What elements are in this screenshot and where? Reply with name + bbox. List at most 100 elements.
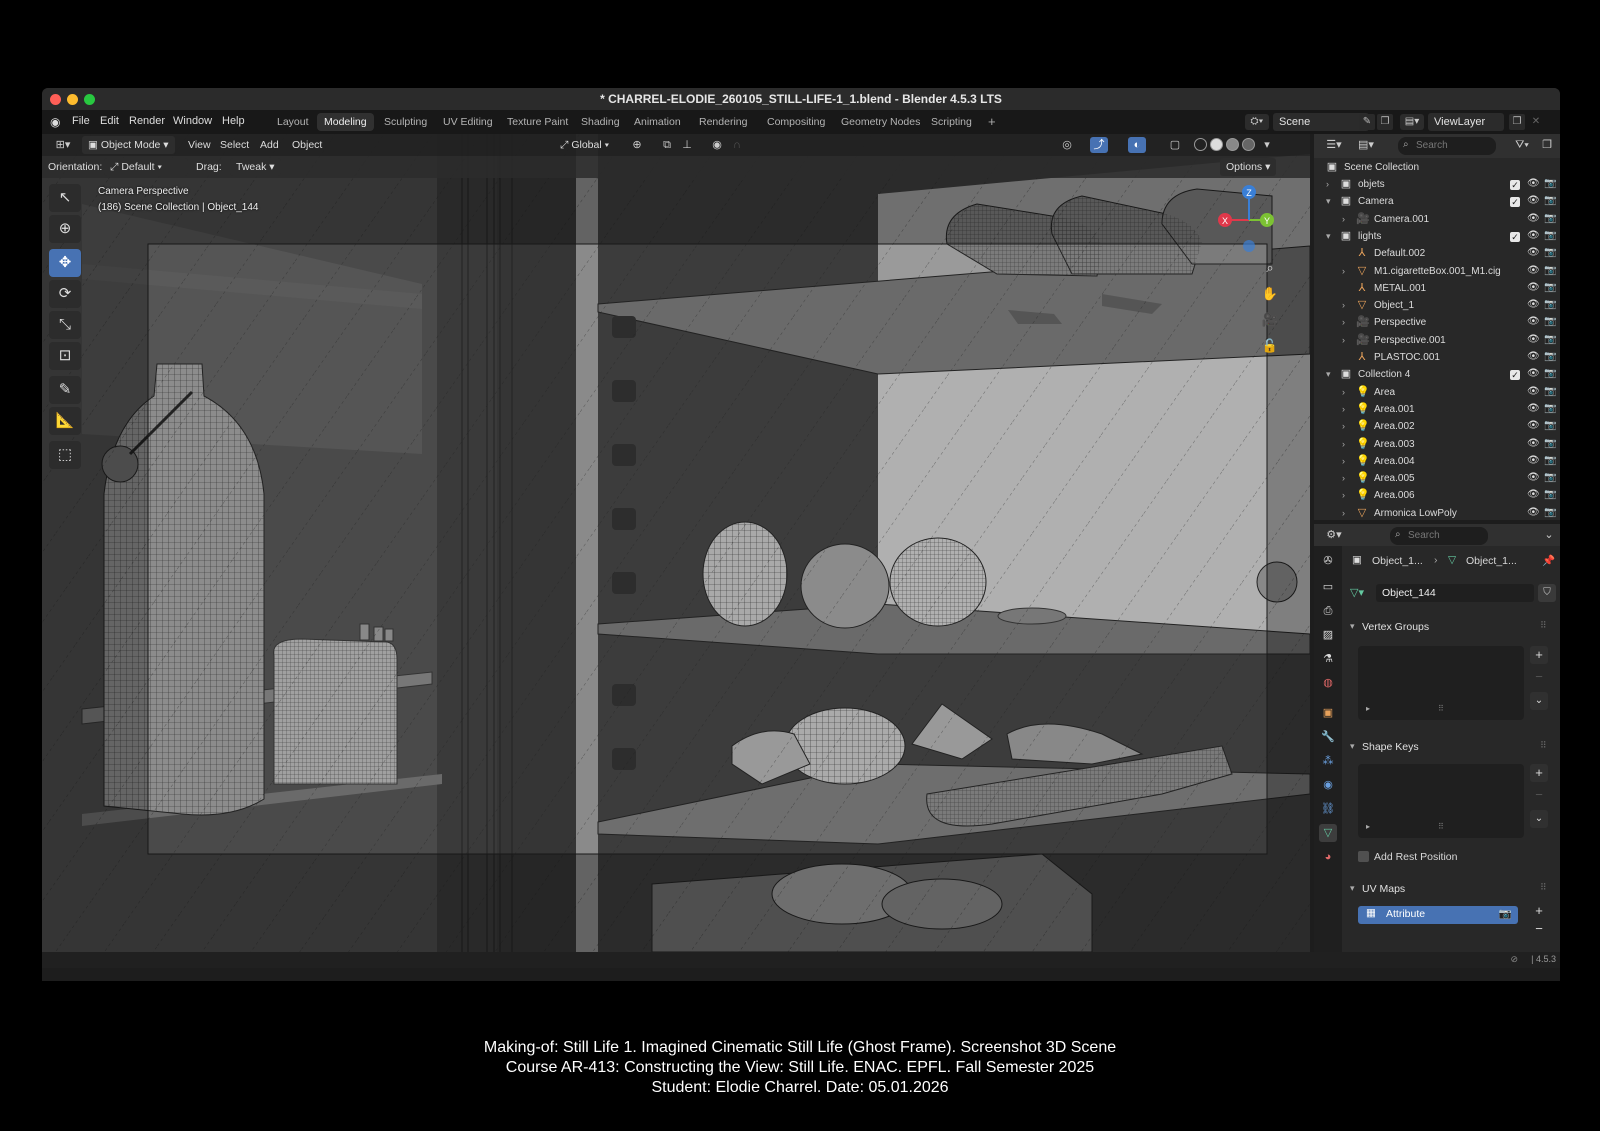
menu-select[interactable]: Select xyxy=(220,139,249,151)
view-layer-name-field[interactable]: ViewLayer xyxy=(1428,113,1504,131)
outliner-row[interactable]: › 💡 Area.003 👁 📷 xyxy=(1314,437,1560,454)
menu-add[interactable]: Add xyxy=(260,139,279,151)
filter-icon[interactable]: ⛛▾ xyxy=(1510,137,1534,153)
render-tab-icon[interactable]: ▭ xyxy=(1319,578,1337,596)
list-expand-icon[interactable]: ▸ xyxy=(1366,704,1370,713)
gizmo-toggle-icon[interactable]: ⤴ xyxy=(1090,137,1108,153)
object-tab-icon[interactable]: ▣ xyxy=(1319,704,1337,722)
modifier-tab-icon[interactable]: 🔧 xyxy=(1319,728,1337,746)
visibility-eye-icon[interactable]: 👁 xyxy=(1527,455,1540,466)
drag-dropdown[interactable]: Tweak ▾ xyxy=(230,158,281,176)
menu-help[interactable]: Help xyxy=(222,115,245,127)
navigation-gizmo[interactable]: X Y Z xyxy=(1214,184,1284,256)
falloff-icon[interactable]: ∩ xyxy=(728,137,746,153)
remove-vertex-group-button[interactable]: − xyxy=(1530,668,1548,686)
rotate-tool-icon[interactable]: ⟳ xyxy=(49,280,81,308)
pivot-point-icon[interactable]: ⊕ xyxy=(628,137,646,153)
outliner-row[interactable]: ▾ ▣ Collection 4 ✓ 👁 📷 xyxy=(1314,367,1560,384)
select-tool-icon[interactable]: ↖ xyxy=(49,184,81,212)
scene-name-field[interactable]: Scene xyxy=(1273,113,1369,131)
blender-logo-icon[interactable]: ◉ xyxy=(50,115,64,129)
pin-scene-icon[interactable]: ✎ xyxy=(1359,114,1375,130)
snap-target-icon[interactable]: ⊥ xyxy=(678,137,696,153)
mesh-data-tab-icon[interactable]: ▽ xyxy=(1319,824,1337,842)
visibility-eye-icon[interactable]: 👁 xyxy=(1527,247,1540,258)
render-camera-icon[interactable]: 📷 xyxy=(1544,351,1556,362)
add-uv-map-button[interactable]: + xyxy=(1530,902,1548,920)
collapse-arrow-icon[interactable]: ▾ xyxy=(1326,231,1331,242)
remove-shape-key-button[interactable]: − xyxy=(1530,786,1548,804)
render-camera-icon[interactable]: 📷 xyxy=(1544,403,1556,414)
tab-sculpting[interactable]: Sculpting xyxy=(377,113,434,131)
add-shape-key-button[interactable]: + xyxy=(1530,764,1548,782)
tab-modeling[interactable]: Modeling xyxy=(317,113,374,131)
expand-arrow-icon[interactable]: › xyxy=(1342,473,1345,483)
new-view-layer-icon[interactable]: ❐ xyxy=(1509,114,1525,130)
menu-edit[interactable]: Edit xyxy=(100,115,119,127)
visibility-eye-icon[interactable]: 👁 xyxy=(1527,420,1540,431)
uv-map-item[interactable]: ▦ Attribute 📷 xyxy=(1358,906,1518,924)
shape-key-specials-button[interactable]: ⌄ xyxy=(1530,810,1548,828)
shape-keys-panel-header[interactable]: ▾ Shape Keys ⠿ xyxy=(1350,738,1550,758)
render-camera-icon[interactable]: 📷 xyxy=(1544,213,1556,224)
outliner-row[interactable]: › 🎥 Camera.001 👁 📷 xyxy=(1314,212,1560,229)
outliner-row[interactable]: › 💡 Area.006 👁 📷 xyxy=(1314,488,1560,505)
collapse-arrow-icon[interactable]: ▾ xyxy=(1326,196,1331,207)
properties-editor-type-icon[interactable]: ⚙▾ xyxy=(1322,527,1346,543)
expand-arrow-icon[interactable]: › xyxy=(1342,456,1345,466)
expand-arrow-icon[interactable]: › xyxy=(1342,439,1345,449)
render-camera-icon[interactable]: 📷 xyxy=(1544,265,1556,276)
outliner-row[interactable]: › 🎥 Perspective 👁 📷 xyxy=(1314,315,1560,332)
visibility-icon[interactable]: ◎ xyxy=(1058,137,1076,153)
visibility-eye-icon[interactable]: 👁 xyxy=(1527,265,1540,276)
remove-view-layer-icon[interactable]: ✕ xyxy=(1528,114,1544,130)
properties-options-icon[interactable]: ⌄ xyxy=(1540,527,1558,543)
shape-keys-list[interactable]: ▸ ⠿ xyxy=(1358,764,1524,838)
visibility-eye-icon[interactable]: 👁 xyxy=(1527,386,1540,397)
outliner-row[interactable]: › 💡 Area.005 👁 📷 xyxy=(1314,471,1560,488)
outliner-row[interactable]: › 💡 Area 👁 📷 xyxy=(1314,385,1560,402)
list-resize-icon[interactable]: ⠿ xyxy=(1438,822,1444,831)
outliner-row[interactable]: ⅄ Default.002 👁 📷 xyxy=(1314,246,1560,263)
move-tool-icon[interactable]: ✥ xyxy=(49,249,81,277)
wireframe-shading-icon[interactable] xyxy=(1194,138,1207,151)
visibility-eye-icon[interactable]: 👁 xyxy=(1527,230,1540,241)
expand-arrow-icon[interactable]: › xyxy=(1342,387,1345,397)
add-vertex-group-button[interactable]: + xyxy=(1530,646,1548,664)
mode-selector[interactable]: ▣ Object Mode ▾ xyxy=(82,136,175,154)
outliner-row[interactable]: › 💡 Area.004 👁 📷 xyxy=(1314,454,1560,471)
zoom-view-icon[interactable]: ⌕ xyxy=(1260,258,1280,278)
add-cube-tool-icon[interactable]: ⬚ xyxy=(49,441,81,469)
world-tab-icon[interactable]: ◍ xyxy=(1319,674,1337,692)
visibility-eye-icon[interactable]: 👁 xyxy=(1527,507,1540,518)
expand-arrow-icon[interactable]: › xyxy=(1342,317,1345,327)
overlays-toggle-icon[interactable]: ◐ xyxy=(1128,137,1146,153)
physics-tab-icon[interactable]: ◉ xyxy=(1319,776,1337,794)
vertex-groups-list[interactable]: ▸ ⠿ xyxy=(1358,646,1524,720)
list-expand-icon[interactable]: ▸ xyxy=(1366,822,1370,831)
cursor-tool-icon[interactable]: ⊕ xyxy=(49,215,81,243)
visibility-eye-icon[interactable]: 👁 xyxy=(1527,438,1540,449)
tab-animation[interactable]: Animation xyxy=(627,113,688,131)
tab-shading[interactable]: Shading xyxy=(574,113,627,131)
expand-arrow-icon[interactable]: › xyxy=(1342,421,1345,431)
visibility-eye-icon[interactable]: 👁 xyxy=(1527,351,1540,362)
render-camera-icon[interactable]: 📷 xyxy=(1544,507,1556,518)
tool-tab-icon[interactable]: ✇ xyxy=(1319,552,1337,570)
scene-selector-icon[interactable]: ⛭▾ xyxy=(1245,114,1269,130)
menu-file[interactable]: File xyxy=(72,115,90,127)
pan-view-icon[interactable]: ✋ xyxy=(1260,284,1280,304)
visibility-eye-icon[interactable]: 👁 xyxy=(1527,195,1540,206)
expand-arrow-icon[interactable]: › xyxy=(1342,404,1345,414)
render-camera-icon[interactable]: 📷 xyxy=(1544,299,1556,310)
render-camera-icon[interactable]: 📷 xyxy=(1544,438,1556,449)
particles-tab-icon[interactable]: ⁂ xyxy=(1319,752,1337,770)
view-layer-selector-icon[interactable]: ▤▾ xyxy=(1400,114,1424,130)
render-camera-icon[interactable]: 📷 xyxy=(1544,386,1556,397)
editor-type-icon[interactable]: ⊞▾ xyxy=(50,137,76,153)
uv-maps-panel-header[interactable]: ▾ UV Maps ⠿ xyxy=(1350,880,1550,900)
collapse-arrow-icon[interactable]: ▾ xyxy=(1326,369,1331,380)
outliner-root-row[interactable]: ▣ Scene Collection xyxy=(1314,160,1560,177)
drag-handle-icon[interactable]: ⠿ xyxy=(1540,620,1547,631)
tab-rendering[interactable]: Rendering xyxy=(692,113,754,131)
